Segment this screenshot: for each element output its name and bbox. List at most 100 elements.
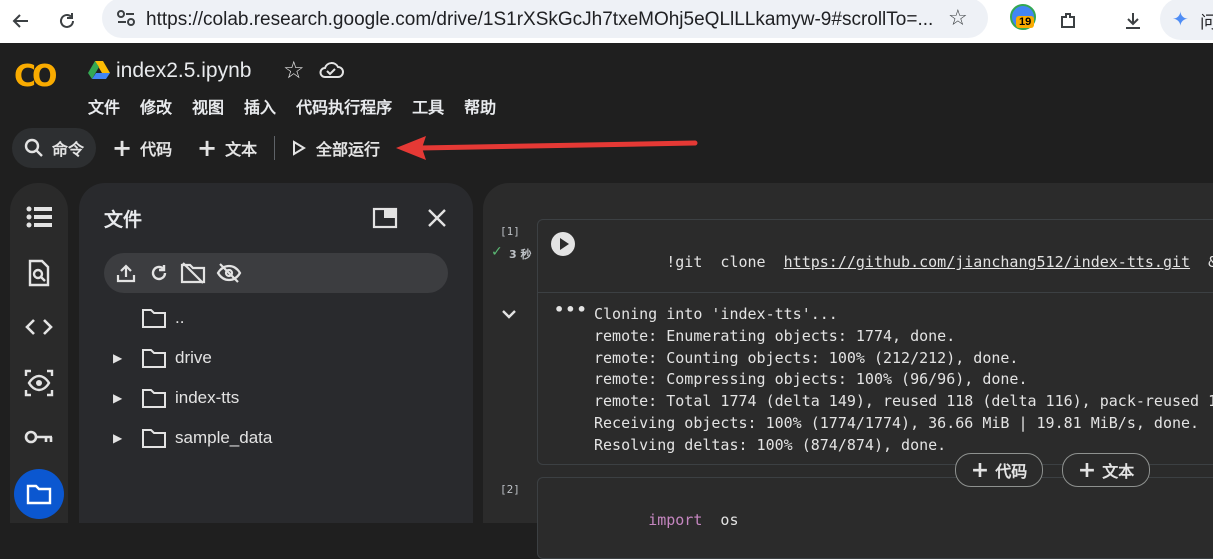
menu-view[interactable]: 视图 [192,94,224,118]
cell-output: Cloning into 'index-tts'... remote: Enum… [594,304,1213,457]
table-of-contents-button[interactable] [23,201,55,233]
plus-icon: + [197,134,218,162]
key-icon [24,430,53,444]
site-info-icon[interactable] [116,9,136,31]
tree-item-drive[interactable]: ▶ drive [113,345,212,371]
reload-icon [60,13,74,28]
files-panel: 文件 .. ▶ drive ▶ index-tts ▶ sample_data [79,183,473,523]
bookmark-star-icon[interactable]: ☆ [948,6,968,31]
cell-duration: 3 秒 [509,248,532,261]
colab-logo[interactable]: CO [14,59,57,94]
menu-tools[interactable]: 工具 [412,94,444,118]
arrow-left-icon [12,14,28,28]
add-code-cell-button[interactable]: + 代码 [112,133,172,163]
folder-icon [142,309,166,328]
close-panel-button[interactable] [427,208,447,232]
extension-badge: 19 [1016,16,1035,28]
upload-button[interactable] [116,263,136,287]
extensions-button[interactable] [1055,8,1081,34]
open-in-tab-button[interactable] [372,207,398,233]
play-icon [560,238,569,250]
cell-exec-count: [1] [500,225,520,238]
secrets-button[interactable] [23,421,55,453]
output-line: remote: Counting objects: 100% (212/212)… [594,348,1019,367]
notebook-toolbar: 命令 + 代码 + 文本 全部运行 [0,123,1213,173]
gemini-sparkle-icon: ✦ [1172,7,1189,31]
output-line: Receiving objects: 100% (1774/1774), 36.… [594,413,1200,432]
output-line: Cloning into 'index-tts'... [594,305,838,323]
colab-header: CO index2.5.ipynb ☆ 文件 修改 视图 插入 代码执行程序 工… [0,43,1213,123]
folder-icon [26,484,52,505]
output-menu-icon[interactable]: ••• [554,300,588,319]
expand-arrow-icon[interactable]: ▶ [113,351,141,365]
download-icon [1126,13,1140,29]
tree-item-sample-data[interactable]: ▶ sample_data [113,425,272,451]
eye-off-icon [216,263,242,283]
gemini-button[interactable]: ✦ 问 [1160,0,1213,40]
run-all-button[interactable]: 全部运行 [292,133,380,163]
window-icon [372,207,398,229]
collapse-output-button[interactable] [501,305,517,324]
find-replace-button[interactable] [23,257,55,289]
plus-icon: + [1077,457,1097,483]
toolbar-divider [274,136,275,160]
browser-toolbar: https://colab.research.google.com/drive/… [0,0,1213,44]
document-search-icon [28,259,50,287]
folder-icon [142,389,166,408]
cell-code[interactable]: import os [594,493,738,547]
star-icon[interactable]: ☆ [283,56,305,84]
chevron-down-icon [502,310,516,319]
eye-brackets-icon [24,369,54,397]
cell-input[interactable]: !git clone https://github.com/jianchang5… [538,220,1213,293]
unmount-drive-button[interactable] [180,262,206,288]
folder-icon [142,349,166,368]
folder-icon [142,429,166,448]
plus-icon: + [970,457,990,483]
search-icon [24,138,43,157]
tree-item-parent[interactable]: .. [141,305,184,331]
refresh-icon [151,265,167,281]
folder-off-icon [180,262,206,284]
success-check-icon: ✓ [491,244,503,260]
close-icon [428,209,446,227]
files-panel-title: 文件 [104,209,143,231]
gemini-label: 问 [1200,13,1213,33]
refresh-button[interactable] [149,263,169,287]
menu-runtime[interactable]: 代码执行程序 [296,94,392,118]
menu-insert[interactable]: 插入 [244,94,276,118]
notebook-filename[interactable]: index2.5.ipynb [116,59,251,83]
code-link[interactable]: https://github.com/jianchang512/index-tt… [784,253,1190,271]
output-line: remote: Enumerating objects: 1774, done. [594,326,956,345]
files-action-bar [104,253,448,293]
downloads-button[interactable] [1120,8,1146,34]
command-palette-button[interactable]: 命令 [12,128,97,168]
reload-button[interactable] [54,8,80,34]
menu-bar: 文件 修改 视图 插入 代码执行程序 工具 帮助 [88,94,516,118]
code-cell[interactable]: !git clone https://github.com/jianchang5… [537,219,1213,465]
insert-code-cell-button[interactable]: + 代码 [955,453,1043,487]
toggle-hidden-files-button[interactable] [216,263,242,287]
url-text: https://colab.research.google.com/drive/… [146,9,934,30]
puzzle-icon [1061,13,1075,28]
back-button[interactable] [8,8,34,34]
add-text-cell-button[interactable]: + 文本 [197,133,257,163]
files-button[interactable] [14,469,64,519]
cell-code[interactable]: !git clone https://github.com/jianchang5… [594,235,1213,289]
insert-text-cell-button[interactable]: + 文本 [1062,453,1150,487]
extension-icon[interactable]: 19 [1010,4,1038,32]
cloud-icon[interactable] [318,60,344,84]
menu-help[interactable]: 帮助 [464,94,496,118]
menu-file[interactable]: 文件 [88,94,120,118]
code-cell[interactable]: import os [537,477,1213,559]
tree-item-index-tts[interactable]: ▶ index-tts [113,385,239,411]
variables-inspector-button[interactable] [23,367,55,399]
code-snippets-button[interactable] [23,311,55,343]
address-bar[interactable]: https://colab.research.google.com/drive/… [102,0,988,38]
output-line: remote: Compressing objects: 100% (96/96… [594,370,1028,389]
left-rail [10,183,68,523]
menu-edit[interactable]: 修改 [140,94,172,118]
expand-arrow-icon[interactable]: ▶ [113,431,141,445]
run-cell-button[interactable] [551,232,575,256]
expand-arrow-icon[interactable]: ▶ [113,391,141,405]
cell-exec-count: [2] [500,483,520,496]
